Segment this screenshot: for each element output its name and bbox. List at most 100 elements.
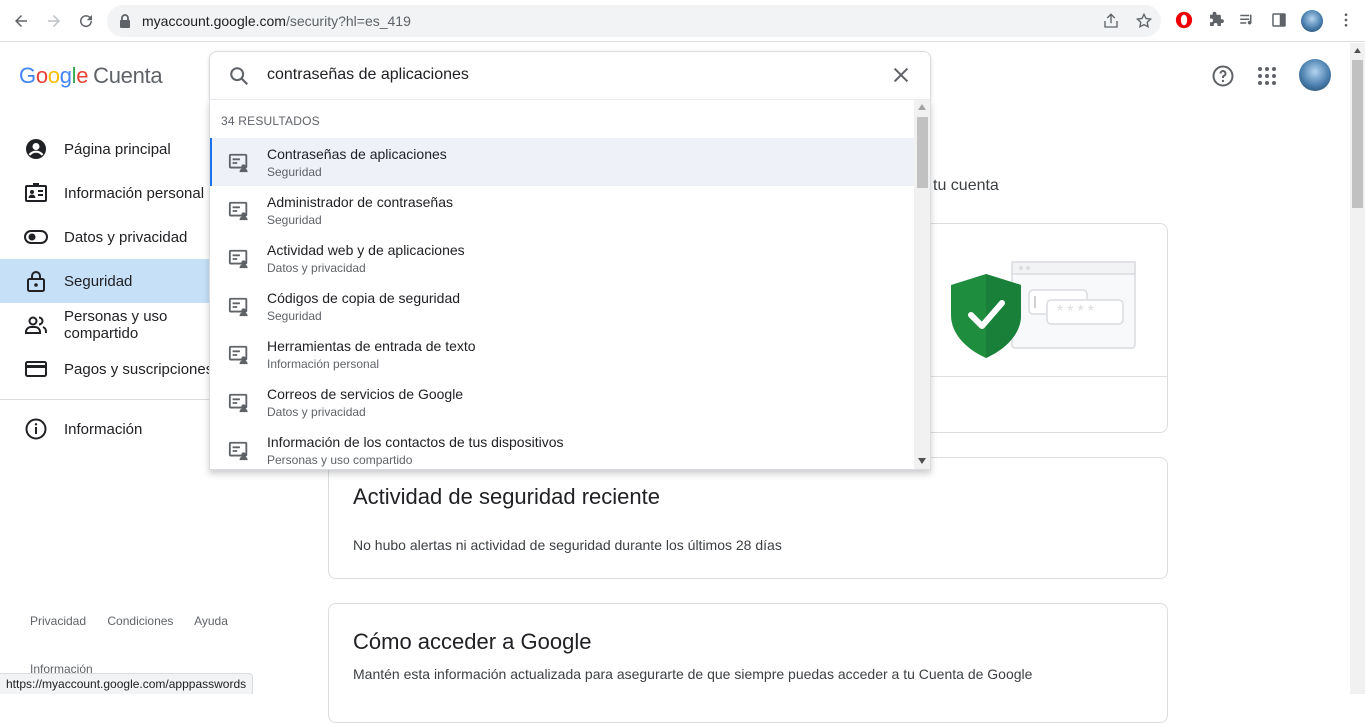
result-title: Códigos de copia de seguridad — [267, 290, 461, 306]
browser-toolbar: myaccount.google.com/security?hl=es_419 — [0, 0, 1365, 42]
footer-link-terms[interactable]: Condiciones — [107, 614, 173, 628]
sidebar-item-home[interactable]: Página principal — [0, 127, 230, 171]
result-title: Correos de servicios de Google — [267, 386, 464, 402]
reload-icon[interactable] — [74, 9, 98, 33]
sidebar-item-info[interactable]: Información — [0, 407, 230, 451]
bookmark-star-icon[interactable] — [1135, 12, 1153, 30]
search-bar[interactable]: contraseñas de aplicaciones — [209, 51, 931, 99]
sidebar-item-data-privacy[interactable]: Datos y privacidad — [0, 215, 230, 259]
logo-letter: g — [59, 63, 72, 88]
settings-page-icon — [228, 152, 250, 174]
address-bar[interactable]: myaccount.google.com/security?hl=es_419 — [107, 5, 1161, 37]
lock-icon — [24, 269, 48, 293]
info-icon — [24, 417, 48, 441]
settings-page-icon — [228, 296, 250, 318]
card-title: Cómo acceder a Google — [353, 629, 592, 654]
password-mask: **** — [1057, 303, 1098, 320]
recent-activity-card[interactable]: Actividad de seguridad reciente No hubo … — [328, 457, 1168, 579]
logo-letter: e — [76, 63, 89, 88]
sidebar-divider — [0, 399, 230, 400]
search-result-item[interactable]: Códigos de copia de seguridad Seguridad — [210, 282, 914, 330]
search-result-item[interactable]: Actividad web y de aplicaciones Datos y … — [210, 234, 914, 282]
result-section: Seguridad — [267, 213, 322, 227]
result-section: Información personal — [267, 357, 380, 371]
lock-icon — [118, 13, 132, 34]
footer-link-help[interactable]: Ayuda — [194, 614, 228, 628]
search-result-item[interactable]: Información de los contactos de tus disp… — [210, 426, 914, 469]
card-text: No hubo alertas ni actividad de segurida… — [353, 537, 782, 553]
dropdown-scrollbar[interactable] — [914, 100, 930, 469]
logo-letter: G — [19, 63, 36, 88]
search-result-item[interactable]: Correos de servicios de Google Datos y p… — [210, 378, 914, 426]
footer-links: Privacidad Condiciones Ayuda — [30, 614, 246, 628]
sidebar-item-security[interactable]: Seguridad — [0, 259, 230, 303]
id-card-icon — [24, 181, 48, 205]
extensions-puzzle-icon[interactable] — [1207, 11, 1227, 31]
result-title: Contraseñas de aplicaciones — [267, 146, 447, 162]
google-account-logo[interactable]: Google Cuenta — [19, 63, 163, 89]
search-result-item[interactable]: Administrador de contraseñas Seguridad — [210, 186, 914, 234]
apps-grid-icon[interactable] — [1255, 64, 1279, 88]
url-text: myaccount.google.com/security?hl=es_419 — [142, 13, 411, 29]
card-text: Mantén esta información actualizada para… — [353, 666, 1033, 682]
settings-page-icon — [228, 344, 250, 366]
result-section: Personas y uso compartido — [267, 453, 413, 467]
result-title: Administrador de contraseñas — [267, 194, 453, 210]
toggle-icon — [24, 225, 48, 249]
sidebar-item-label: Página principal — [64, 140, 171, 158]
logo-letter: o — [47, 63, 60, 88]
sidebar-item-label: Seguridad — [64, 272, 133, 290]
search-input[interactable]: contraseñas de aplicaciones — [267, 66, 469, 84]
result-section: Seguridad — [267, 165, 322, 179]
browser-menu-icon[interactable] — [1337, 11, 1357, 31]
settings-page-icon — [228, 200, 250, 222]
sidebar-item-payments[interactable]: Pagos y suscripciones — [0, 347, 230, 391]
close-icon[interactable] — [890, 64, 912, 91]
result-section: Datos y privacidad — [267, 261, 366, 275]
signin-card: Cómo acceder a Google Mantén esta inform… — [328, 603, 1168, 723]
settings-page-icon — [228, 440, 250, 462]
scroll-up-arrow-icon[interactable] — [1354, 48, 1361, 53]
credit-card-icon — [24, 357, 48, 381]
sidebar-item-label: Información personal — [64, 184, 205, 202]
security-shield-illustration — [951, 261, 1136, 358]
page-scrollbar[interactable] — [1350, 43, 1365, 694]
settings-page-icon — [228, 392, 250, 414]
help-icon[interactable] — [1211, 64, 1235, 88]
people-icon — [24, 313, 48, 337]
media-queue-icon[interactable] — [1238, 11, 1258, 31]
account-circle-icon — [24, 137, 48, 161]
card-title: Actividad de seguridad reciente — [353, 484, 660, 509]
logo-product-name: Cuenta — [93, 63, 163, 88]
result-section: Seguridad — [267, 309, 322, 323]
search-result-item[interactable]: Contraseñas de aplicaciones Seguridad — [210, 138, 914, 186]
search-result-item[interactable]: Herramientas de entrada de texto Informa… — [210, 330, 914, 378]
logo-letter: o — [35, 63, 48, 88]
result-title: Información de los contactos de tus disp… — [267, 434, 564, 450]
scroll-up-arrow-icon[interactable] — [918, 104, 926, 110]
account-avatar[interactable] — [1299, 59, 1331, 91]
dropdown-scroll-thumb[interactable] — [917, 117, 928, 188]
sidebar-item-label: Información — [64, 420, 143, 438]
footer-link-privacy[interactable]: Privacidad — [30, 614, 86, 628]
share-icon[interactable] — [1102, 12, 1120, 30]
status-bar-url: https://myaccount.google.com/apppassword… — [0, 673, 254, 694]
scroll-down-arrow-icon[interactable] — [918, 458, 926, 464]
sidebar-item-personal-info[interactable]: Información personal — [0, 171, 230, 215]
back-arrow-icon[interactable] — [9, 9, 33, 33]
search-icon — [228, 65, 250, 92]
forward-arrow-icon[interactable] — [42, 9, 66, 33]
search-results-dropdown: 34 RESULTADOS Contraseñas de aplicacione… — [209, 99, 931, 470]
side-panel-icon[interactable] — [1270, 11, 1290, 31]
browser-profile-avatar[interactable] — [1301, 10, 1323, 32]
sidebar-item-people-sharing[interactable]: Personas y uso compartido — [0, 303, 230, 347]
url-domain: myaccount.google.com — [142, 13, 286, 29]
opera-extension-icon[interactable] — [1175, 11, 1195, 31]
sidebar-item-label: Personas y uso compartido — [64, 308, 168, 342]
result-title: Herramientas de entrada de texto — [267, 338, 476, 354]
result-title: Actividad web y de aplicaciones — [267, 242, 465, 258]
page-scroll-thumb[interactable] — [1352, 60, 1363, 208]
page-intro-text: tu cuenta — [933, 177, 999, 194]
url-path: /security?hl=es_419 — [285, 13, 411, 29]
settings-page-icon — [228, 248, 250, 270]
